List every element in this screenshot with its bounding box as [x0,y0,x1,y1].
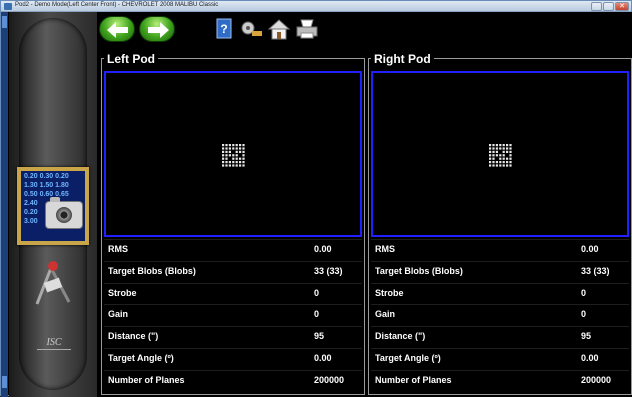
app-icon [4,3,12,10]
toolbar: ? [97,12,632,50]
target-blob-grid [221,143,246,168]
pod-title: Right Pod [371,52,434,66]
left-edge-bar [1,12,8,397]
stat-row: Number of Planes 200000 [371,369,629,392]
main-content: Left Pod RMS 0.00 Target Blobs (Blobs) 33 … [97,50,632,397]
arrow-right-icon [148,22,169,38]
stat-label: Gain [375,309,396,320]
stats-line: 0.20 [24,209,38,216]
stat-row: Target Blobs (Blobs) 33 (33) [104,260,362,283]
close-icon: ✕ [619,3,625,10]
settings-icon [241,21,262,36]
stats-line: 3.00 [24,218,38,225]
stat-row: RMS 0.00 [371,239,629,261]
stat-label: Strobe [375,287,404,298]
stat-value: 95 [581,331,592,342]
target-dots-icon [489,144,512,167]
collapse-tab-top[interactable] [2,16,7,28]
stat-label: Target Blobs (Blobs) [108,265,196,276]
stat-value: 0 [314,287,320,298]
print-icon [296,19,318,39]
target-blob-grid [488,143,513,168]
window-title: Pod2 - Demo Mode(Left Center Front) - CH… [15,2,219,8]
stat-value: 200000 [581,374,612,385]
minimize-button[interactable] [591,2,602,11]
stat-row: Gain 0 [104,304,362,326]
stats-line: 0.50 0.60 0.65 [24,191,69,198]
logo-text: ISC [46,337,62,348]
pod-stats-table: RMS 0.00 Target Blobs (Blobs) 33 (33) Stro… [371,239,629,392]
stat-label: Number of Planes [375,374,452,385]
stats-line: 1.30 1.50 1.80 [24,182,69,189]
settings-button[interactable] [239,17,263,41]
stats-line: 0.20 0.30 0.20 [24,173,69,180]
stat-value: 200000 [314,374,345,385]
stat-label: Distance (") [108,331,159,342]
isc-logo: ISC [37,337,71,357]
camera-viewport[interactable] [104,71,362,237]
camera-icon [45,197,83,229]
home-button[interactable] [267,17,291,41]
title-bar[interactable]: Pod2 - Demo Mode(Left Center Front) - CH… [1,1,631,12]
close-button[interactable]: ✕ [615,2,629,11]
help-icon: ? [216,18,232,39]
stat-value: 33 (33) [581,265,610,276]
stat-row: Target Angle (º) 0.00 [104,347,362,370]
stat-label: RMS [375,244,395,254]
stat-label: Target Angle (º) [375,352,441,363]
stat-row: Target Angle (º) 0.00 [371,347,629,370]
app-window: Pod2 - Demo Mode(Left Center Front) - CH… [0,0,632,397]
collapse-tab-bottom[interactable] [2,376,7,388]
arrow-left-icon [107,22,128,38]
stat-row: Number of Planes 200000 [104,369,362,392]
stat-row: RMS 0.00 [104,239,362,261]
stat-label: Distance (") [375,331,426,342]
stat-row: Gain 0 [371,304,629,326]
back-button[interactable] [99,16,135,42]
stat-value: 0 [581,287,587,298]
alignment-stats-tile[interactable]: 0.20 0.30 0.20 1.30 1.50 1.80 0.50 0.60 … [17,167,89,245]
stat-row: Target Blobs (Blobs) 33 (33) [371,260,629,283]
left-pod-panel: Left Pod RMS 0.00 Target Blobs (Blobs) 33 … [101,52,365,395]
pod-title: Left Pod [104,52,158,66]
sidebar: 0.20 0.30 0.20 1.30 1.50 1.80 0.50 0.60 … [9,12,97,397]
stat-row: Distance (") 95 [104,326,362,348]
alignment-tool-icon[interactable] [29,254,77,308]
stat-label: Number of Planes [108,374,185,385]
svg-text:?: ? [220,22,227,36]
stat-value: 0.00 [314,244,332,254]
stat-value: 0 [581,309,587,320]
stat-value: 0.00 [314,352,332,363]
stat-row: Strobe 0 [104,282,362,305]
stats-line: 2.40 [24,200,38,207]
maximize-button[interactable] [603,2,614,11]
stat-label: Target Angle (º) [108,352,174,363]
stat-value: 95 [314,331,325,342]
stat-label: Target Blobs (Blobs) [375,265,463,276]
target-dots-icon [222,144,245,167]
stat-label: Strobe [108,287,137,298]
stat-value: 0.00 [581,352,599,363]
right-pod-panel: Right Pod RMS 0.00 Target Blobs (Blobs) 33… [368,52,632,395]
forward-button[interactable] [139,16,175,42]
pod-stats-table: RMS 0.00 Target Blobs (Blobs) 33 (33) Stro… [104,239,362,392]
print-button[interactable] [295,17,319,41]
stat-row: Distance (") 95 [371,326,629,348]
stat-value: 0 [314,309,320,320]
camera-viewport[interactable] [371,71,629,237]
stat-label: RMS [108,244,128,254]
home-icon [267,19,291,40]
stat-value: 33 (33) [314,265,343,276]
stat-label: Gain [108,309,129,320]
stat-row: Strobe 0 [371,282,629,305]
stat-value: 0.00 [581,244,599,254]
help-button[interactable]: ? [213,17,237,41]
